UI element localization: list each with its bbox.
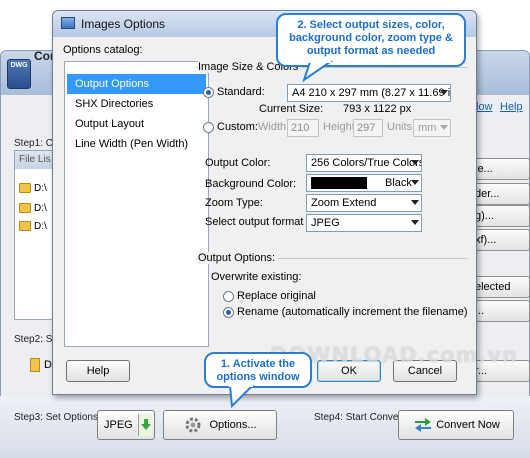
zoom-type-label: Zoom Type:	[205, 197, 263, 209]
output-color-select[interactable]: 256 Colors/True Colors	[306, 154, 422, 172]
help-button[interactable]: Help	[66, 360, 130, 382]
zoom-type-select[interactable]: Zoom Extend	[306, 194, 422, 212]
images-options-dialog: Images Options Options catalog: Output O…	[52, 10, 477, 395]
callout-pointer-bottom	[228, 384, 255, 408]
replace-original-label: Replace original	[237, 290, 316, 302]
output-format-select[interactable]: JPEG	[306, 214, 422, 232]
convert-now-button[interactable]: Convert Now	[398, 410, 514, 440]
chevron-down-icon	[411, 200, 419, 205]
chevron-down-icon	[440, 90, 448, 95]
standard-size-select[interactable]: A4 210 x 297 mm (8.27 x 11.69 in.)	[287, 84, 451, 102]
chevron-down-icon	[411, 180, 419, 185]
menu-now[interactable]: low	[476, 101, 493, 113]
standard-radio[interactable]	[203, 87, 214, 98]
catalog-item-shx-directories[interactable]: SHX Directories	[67, 94, 206, 114]
add-file-button[interactable]: le...	[468, 158, 530, 180]
current-size-label: Current Size:	[259, 103, 324, 115]
dialog-title: Images Options	[81, 17, 166, 31]
background-color-select[interactable]: Black	[306, 174, 422, 192]
standard-label: Standard:	[217, 86, 265, 98]
clear-button[interactable]: ...	[468, 300, 530, 322]
step4-label: Step4: Start Convert	[314, 412, 405, 423]
units-label: Units:	[387, 121, 416, 133]
callout-pointer-top	[302, 60, 334, 82]
output-group-title: Output Options:	[198, 252, 279, 264]
add-dxf-button[interactable]: xf)...	[468, 229, 530, 251]
chevron-down-icon	[411, 220, 419, 225]
options-button[interactable]: Options...	[163, 410, 277, 440]
folder-icon	[19, 203, 31, 214]
background-color-label: Background Color:	[205, 178, 297, 190]
chevron-down-icon	[440, 125, 448, 130]
file-row[interactable]: D:\	[19, 183, 47, 194]
step3-label: Step3: Set Options:	[14, 412, 101, 423]
height-field[interactable]: 297	[353, 119, 383, 137]
output-format-label: Select output format	[205, 216, 304, 228]
current-size-value: 793 x 1122 px	[343, 103, 412, 115]
file-row[interactable]: D:\	[19, 203, 47, 214]
width-label: Width:	[258, 121, 290, 133]
rename-radio[interactable]	[223, 307, 234, 318]
catalog-label: Options catalog:	[63, 44, 143, 56]
folder-icon	[19, 221, 31, 232]
convert-arrows-icon	[413, 416, 433, 445]
custom-radio[interactable]	[203, 122, 214, 133]
file-list-header: File Lis	[15, 151, 57, 169]
gear-icon	[184, 416, 202, 445]
chevron-down-icon	[411, 160, 419, 165]
format-select[interactable]: JPEG	[97, 410, 155, 440]
color-swatch	[311, 177, 367, 189]
output-color-label: Output Color:	[205, 157, 271, 169]
image-icon	[61, 17, 75, 29]
units-select[interactable]: mm	[413, 119, 451, 137]
menu-help[interactable]: Help	[500, 101, 523, 113]
file-row[interactable]: D:\	[19, 221, 47, 232]
width-field[interactable]: 210	[287, 119, 319, 137]
add-dwg-button[interactable]: g)...	[468, 205, 530, 227]
catalog-item-line-width[interactable]: Line Width (Pen Width)	[67, 134, 206, 154]
rename-label: Rename (automatically increment the file…	[237, 306, 468, 318]
remove-selected-button[interactable]: elected	[468, 276, 530, 298]
folder-icon	[30, 358, 40, 372]
callout-activate-options: 1. Activate the options window	[204, 352, 312, 388]
replace-original-radio[interactable]	[223, 291, 234, 302]
folder-icon	[19, 183, 31, 194]
add-folder-button[interactable]: der...	[468, 183, 530, 205]
overwrite-label: Overwrite existing:	[211, 271, 302, 283]
catalog-item-output-options[interactable]: Output Options	[67, 74, 206, 94]
app-logo: DWG	[7, 59, 31, 89]
callout-select-options: 2. Select output sizes, color, backgroun…	[276, 13, 466, 67]
green-arrow-icon	[138, 414, 152, 436]
options-catalog-list[interactable]: Output Options SHX Directories Output La…	[64, 61, 209, 347]
output-folder-text: D	[44, 359, 52, 371]
custom-label: Custom:	[217, 121, 258, 133]
catalog-item-output-layout[interactable]: Output Layout	[67, 114, 206, 134]
